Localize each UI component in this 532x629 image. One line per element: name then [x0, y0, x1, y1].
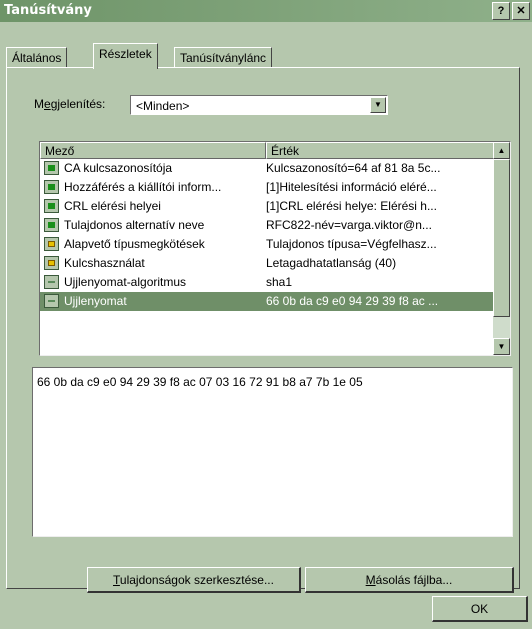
list-item[interactable]: CA kulcsazonosítója Kulcsazonosító=64 af…: [40, 159, 494, 178]
window-title: Tanúsítvány: [4, 3, 92, 18]
list-item[interactable]: Tulajdonos alternatív neve RFC822-név=va…: [40, 216, 494, 235]
list-item[interactable]: Ujjlenyomat-algoritmus sha1: [40, 273, 494, 292]
tab-details[interactable]: Részletek: [93, 43, 158, 69]
list-item[interactable]: Kulcshasználat Letagadhatatlanság (40): [40, 254, 494, 273]
list-scrollbar[interactable]: ▲ ▼: [493, 142, 510, 355]
show-select-value: <Minden>: [136, 99, 190, 113]
scroll-down-button[interactable]: ▼: [493, 338, 510, 355]
edit-properties-button[interactable]: Tulajdonságok szerkesztése...: [87, 567, 301, 593]
chevron-down-icon[interactable]: ▼: [370, 97, 386, 113]
row-field: Alapvető típusmegkötések: [64, 237, 205, 251]
list-item[interactable]: Hozzáférés a kiállítói inform... [1]Hite…: [40, 178, 494, 197]
scroll-up-button[interactable]: ▲: [493, 142, 510, 159]
row-value: Letagadhatatlanság (40): [266, 256, 397, 270]
detail-text: 66 0b da c9 e0 94 29 39 f8 ac 07 03 16 7…: [37, 375, 363, 389]
property-icon: [44, 275, 59, 289]
row-field: Hozzáférés a kiállítói inform...: [64, 180, 222, 194]
critical-extension-icon: [44, 237, 59, 251]
row-value: [1]CRL elérési helye: Elérési h...: [266, 199, 437, 213]
list-item[interactable]: Alapvető típusmegkötések Tulajdonos típu…: [40, 235, 494, 254]
row-value: [1]Hitelesítési információ eléré...: [266, 180, 437, 194]
extension-icon: [44, 161, 59, 175]
extension-icon: [44, 199, 59, 213]
help-button[interactable]: ?: [492, 2, 510, 20]
row-field: Tulajdonos alternatív neve: [64, 218, 205, 232]
list-item-selected[interactable]: Ujjlenyomat 66 0b da c9 e0 94 29 39 f8 a…: [40, 292, 494, 311]
row-value: 66 0b da c9 e0 94 29 39 f8 ac ...: [266, 294, 439, 308]
tab-general[interactable]: Általános: [6, 47, 68, 68]
tab-cert-chain[interactable]: Tanúsítványlánc: [174, 47, 273, 68]
row-value: sha1: [266, 275, 293, 289]
column-header-field[interactable]: Mező: [40, 142, 266, 159]
extension-icon: [44, 218, 59, 232]
row-field: Kulcshasználat: [64, 256, 145, 270]
row-value: RFC822-név=varga.viktor@n...: [266, 218, 432, 232]
title-bar: Tanúsítvány ? ✕: [0, 0, 532, 22]
row-value: Tulajdonos típusa=Végfelhasz...: [266, 237, 437, 251]
list-item[interactable]: CRL elérési helyei [1]CRL elérési helye:…: [40, 197, 494, 216]
extension-icon: [44, 180, 59, 194]
copy-to-file-button[interactable]: Másolás fájlba...: [305, 567, 514, 593]
show-label: Megjelenítés:: [34, 97, 106, 111]
detail-textbox[interactable]: 66 0b da c9 e0 94 29 39 f8 ac 07 03 16 7…: [32, 367, 513, 537]
show-select[interactable]: <Minden> ▼: [130, 95, 388, 115]
row-value: Kulcsazonosító=64 af 81 8a 5c...: [266, 161, 441, 175]
close-button[interactable]: ✕: [512, 2, 530, 20]
column-header-value[interactable]: Érték: [266, 142, 494, 159]
row-field: CRL elérési helyei: [64, 199, 161, 213]
property-icon: [44, 294, 59, 308]
critical-extension-icon: [44, 256, 59, 270]
ok-button[interactable]: OK: [432, 596, 528, 622]
field-list[interactable]: Mező Érték CA kulcsazonosítója Kulcsazon…: [39, 141, 511, 356]
row-field: Ujjlenyomat: [64, 294, 127, 308]
scroll-thumb[interactable]: [493, 159, 510, 317]
row-field: Ujjlenyomat-algoritmus: [64, 275, 187, 289]
row-field: CA kulcsazonosítója: [64, 161, 173, 175]
